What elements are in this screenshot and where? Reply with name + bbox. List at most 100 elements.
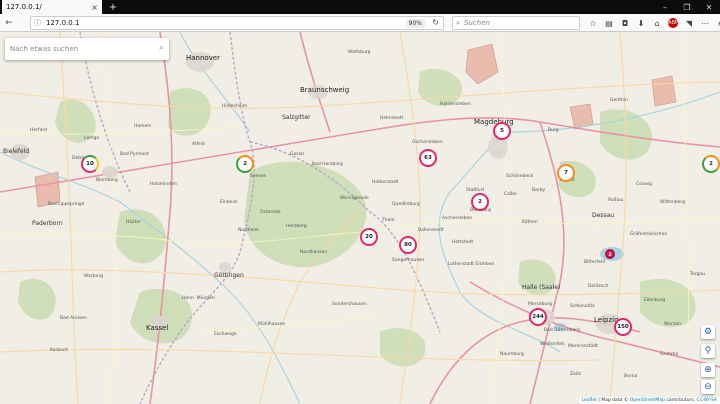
license-link[interactable]: CC-BY-SA [697,398,717,403]
place-label: Northeim [238,228,259,233]
extension-icon[interactable]: ◥ [681,16,697,30]
place-label: Wittenberg [660,200,686,205]
marker-cluster[interactable]: 7 [557,164,575,182]
place-label: Grimma [660,352,679,357]
place-label: Hameln [134,124,152,129]
place-label: Haldensleben [440,102,471,107]
map-search-input[interactable] [10,45,150,53]
marker-cluster[interactable]: 2 [236,155,254,173]
marker-cluster[interactable]: 63 [419,149,437,167]
place-label: Genthin [610,98,628,103]
place-label: Helmstedt [380,116,404,121]
url-text: 127.0.0.1 [46,19,80,27]
place-label: Wolfsburg [348,50,371,55]
place-label: Markranstädt [568,344,599,349]
map-view[interactable]: Hannover Braunschweig Magdeburg Salzgitt… [0,32,720,404]
osm-link[interactable]: OpenStreetMap [630,398,665,403]
place-label: Burg [548,128,559,133]
zoom-out-icon[interactable]: ⊖ [701,380,715,394]
map-attribution: Leaflet | Map data © OpenStreetMap contr… [578,397,720,404]
settings-gear-icon[interactable]: ⚙ [701,325,715,339]
place-label: Seesen [250,174,267,179]
place-label: Merseburg [528,302,552,307]
place-label: Bad Harzburg [312,162,343,167]
place-label: Bad Arolsen [60,316,87,321]
place-label: Nordhausen [300,250,328,255]
place-label: Weißenfels [540,342,565,347]
reload-icon[interactable]: ↻ [432,18,439,27]
place-label: Sondershausen [332,302,367,307]
adblock-icon[interactable]: ABP [668,18,678,28]
place-label: Bielefeld [3,148,30,155]
url-bar[interactable]: ⓘ 127.0.0.1 90% ↻ [30,16,444,30]
place-label: Warburg [84,274,104,279]
search-icon: ⌕ [456,18,460,27]
place-label: Torgau [690,272,705,277]
place-label: Korbach [50,348,69,353]
zoom-level-badge[interactable]: 90% [405,19,425,28]
place-label: Bad Pyrmont [120,152,150,157]
browser-tab[interactable]: 127.0.0.1/ × [2,0,102,14]
place-label: Coswig [636,182,653,187]
new-tab-button[interactable]: + [106,0,120,14]
place-label: Wurzen [664,322,681,327]
place-label: Eilenburg [644,298,666,303]
place-label: Eschwege [214,332,237,337]
browser-search-field[interactable]: ⌕ Suchen [452,16,580,30]
marker-cluster[interactable]: 2 [605,249,615,259]
place-label: Hildesheim [222,104,248,109]
place-label: Kassel [146,324,169,332]
tab-bar: 127.0.0.1/ × + – ❐ ✕ [0,0,720,14]
place-label: Osterode [260,210,281,215]
place-label: Hann. Münden [182,296,215,301]
search-icon[interactable]: ⌕ [159,43,164,53]
place-label: Köthen [522,220,538,225]
place-label: Sangerhausen [392,258,425,263]
marker-cluster[interactable]: 5 [493,122,511,140]
place-label: Oschersleben [412,140,443,145]
place-label: Zeitz [570,372,582,377]
minimize-icon[interactable]: – [654,0,676,14]
place-label: Naumburg [500,352,524,357]
bookmark-star-icon[interactable]: ☆ [585,16,601,30]
marker-cluster[interactable]: 10 [81,155,99,173]
place-label: Gräfenhainichen [630,232,668,237]
marker-cluster[interactable]: 2 [471,193,489,211]
place-label: Ballenstedt [418,228,444,233]
download-icon[interactable]: ⬇ [633,16,649,30]
place-label: Borna [624,374,638,379]
place-label: Delitzsch [588,284,609,289]
place-label: Thale [382,218,395,223]
locate-pin-icon[interactable]: ⚲ [701,344,715,358]
close-window-icon[interactable]: ✕ [698,0,720,14]
place-label: Braunschweig [300,86,350,94]
marker-cluster[interactable]: 80 [399,236,417,254]
marker-cluster[interactable]: 244 [529,308,547,326]
marker-cluster[interactable]: 2 [702,155,720,173]
tab-close-icon[interactable]: × [91,3,98,12]
back-arrow-icon[interactable]: ← [2,16,16,30]
restore-icon[interactable]: ❐ [676,0,698,14]
browser-search-placeholder: Suchen [463,19,490,27]
place-label: Lemgo [84,136,100,141]
place-label: Göttingen [214,272,244,279]
place-label: Calbe [504,192,517,197]
pocket-icon[interactable]: ◘ [617,16,633,30]
place-label: Dessau [592,212,615,219]
place-label: Hannover [186,54,221,62]
zoom-in-icon[interactable]: ⊕ [701,363,715,377]
menu-icon[interactable]: ≡ [713,16,720,30]
marker-cluster[interactable]: 20 [360,228,378,246]
leaflet-link[interactable]: Leaflet [582,398,597,403]
place-label: Hettstedt [452,240,474,245]
map-search-box: ⌕ [5,38,169,60]
info-icon[interactable]: ⓘ [34,18,41,28]
marker-cluster[interactable]: 150 [614,318,632,336]
home-icon[interactable]: ⌂ [649,16,665,30]
place-label: Holzminden [150,182,177,187]
place-label: Schönebeck [506,174,534,179]
attribution-text: | Map data © [596,398,630,403]
place-label: Bitterfeld [584,260,605,265]
more-icon[interactable]: ⋯ [697,16,713,30]
reader-icon[interactable]: ▤ [601,16,617,30]
